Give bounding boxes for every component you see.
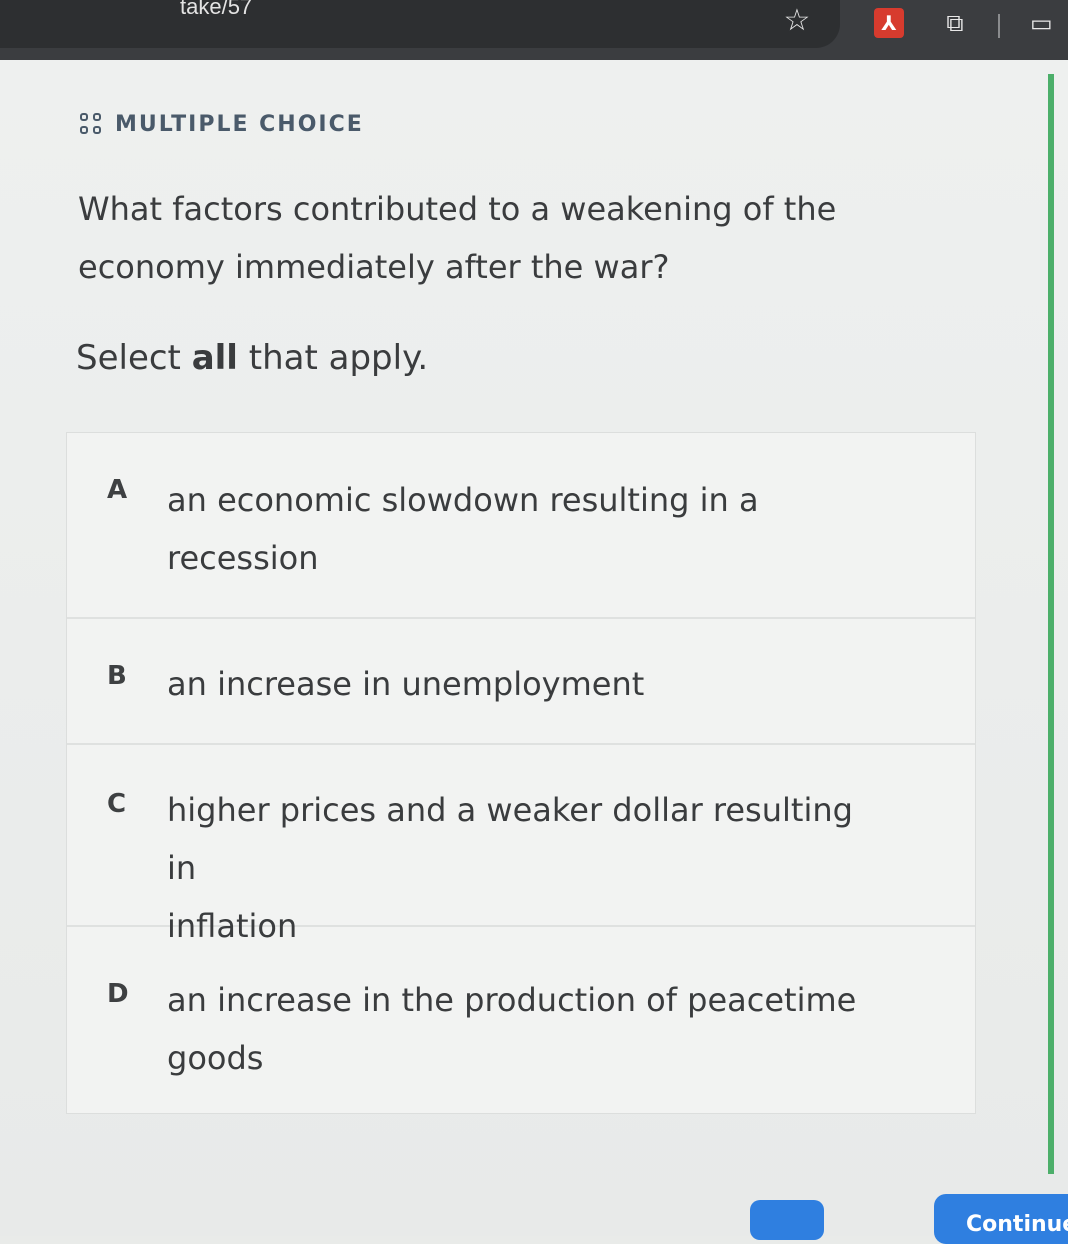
option-d[interactable]: D an increase in the production of peace…: [67, 927, 975, 1113]
option-text-line-2: recession: [167, 539, 319, 577]
option-text: an economic slowdown resulting in a rece…: [167, 471, 887, 587]
continue-button[interactable]: Continue: [934, 1194, 1068, 1244]
option-a[interactable]: A an economic slowdown resulting in a re…: [67, 433, 975, 619]
question-text: What factors contributed to a weakening …: [78, 180, 858, 296]
answer-options: A an economic slowdown resulting in a re…: [66, 432, 976, 1114]
browser-toolbar: take/57 ☆ ⅄ ⧉ ▭: [0, 0, 1068, 60]
address-bar[interactable]: take/57: [0, 0, 840, 48]
check-button[interactable]: [750, 1200, 824, 1240]
option-text: an increase in the production of peaceti…: [167, 971, 887, 1087]
instruction-bold: all: [191, 338, 238, 378]
option-text-line-1: an increase in unemployment: [167, 665, 645, 703]
instruction-post: that apply.: [237, 338, 429, 378]
instruction-text: Select all that apply.: [76, 338, 428, 378]
cast-icon[interactable]: ▭: [1030, 8, 1066, 38]
star-icon[interactable]: ☆: [780, 4, 814, 38]
footer-bar: Continue: [0, 1180, 1068, 1244]
instruction-pre: Select: [76, 338, 192, 378]
option-text-line-1: an economic slowdown resulting in a: [167, 481, 759, 519]
progress-indicator: [1048, 74, 1054, 1174]
toolbar-divider: [998, 14, 1000, 38]
option-text-line-2: goods: [167, 1039, 264, 1077]
url-text: take/57: [180, 0, 253, 19]
puzzle-extension-icon[interactable]: ⧉: [940, 8, 970, 38]
option-text-line-1: an increase in the production of peaceti…: [167, 981, 857, 1019]
option-text: an increase in unemployment: [167, 655, 887, 713]
option-letter: D: [107, 979, 129, 1009]
section-label-text: MULTIPLE CHOICE: [115, 112, 364, 137]
option-letter: C: [107, 789, 127, 819]
option-text-line-1: higher prices and a weaker dollar result…: [167, 791, 853, 887]
grid-icon: [80, 113, 103, 136]
pdf-extension-icon[interactable]: ⅄: [874, 8, 904, 38]
question-line-2: economy immediately after the war?: [78, 248, 670, 286]
question-line-1: What factors contributed to a weakening …: [78, 190, 837, 228]
option-b[interactable]: B an increase in unemployment: [67, 619, 975, 745]
option-letter: B: [107, 661, 127, 691]
option-c[interactable]: C higher prices and a weaker dollar resu…: [67, 745, 975, 945]
section-label: MULTIPLE CHOICE: [80, 112, 364, 137]
quiz-page: MULTIPLE CHOICE What factors contributed…: [0, 60, 1068, 1244]
option-letter: A: [107, 475, 128, 505]
